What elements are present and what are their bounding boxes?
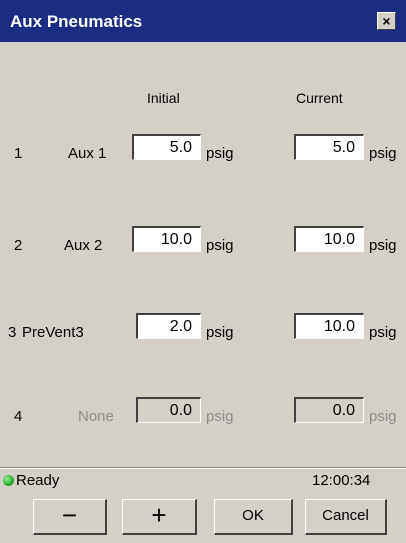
channel-name: Aux 2 (64, 237, 103, 254)
channel-name: PreVent3 (22, 324, 84, 341)
minus-icon: − (61, 500, 78, 530)
close-icon: × (382, 13, 391, 29)
aux-row-1: 1 Aux 1 5.0 psig 5.0 psig (0, 134, 406, 174)
initial-unit-label: psig (206, 145, 234, 162)
cancel-button[interactable]: Cancel (305, 499, 387, 535)
current-pressure-input: 0.0 (294, 397, 364, 423)
decrement-button[interactable]: − (33, 499, 107, 535)
aux-row-4: 4 None 0.0 psig 0.0 psig (0, 397, 406, 437)
current-unit-label: psig (369, 145, 397, 162)
channel-name: Aux 1 (68, 145, 107, 162)
aux-row-3: 3 PreVent3 2.0 psig 10.0 psig (0, 313, 406, 353)
initial-pressure-input[interactable]: 10.0 (132, 226, 201, 252)
initial-unit-label: psig (206, 408, 234, 425)
initial-pressure-input[interactable]: 2.0 (136, 313, 201, 339)
initial-unit-label: psig (206, 237, 234, 254)
row-number: 2 (14, 237, 23, 254)
current-unit-label: psig (369, 408, 397, 425)
initial-pressure-input[interactable]: 5.0 (132, 134, 201, 160)
close-button[interactable]: × (377, 12, 396, 30)
row-number: 1 (14, 145, 23, 162)
ok-button[interactable]: OK (214, 499, 293, 535)
current-pressure-input[interactable]: 5.0 (294, 134, 364, 160)
current-pressure-input[interactable]: 10.0 (294, 226, 364, 252)
aux-row-2: 2 Aux 2 10.0 psig 10.0 psig (0, 226, 406, 266)
initial-unit-label: psig (206, 324, 234, 341)
column-header-initial: Initial (147, 90, 180, 106)
status-text: Ready (16, 472, 60, 489)
column-header-current: Current (296, 90, 343, 106)
increment-button[interactable]: + (122, 499, 197, 535)
row-number: 4 (14, 408, 23, 425)
channel-name: None (78, 408, 114, 425)
status-indicator-icon (3, 475, 14, 486)
title-bar: Aux Pneumatics × (0, 0, 406, 42)
initial-pressure-input: 0.0 (136, 397, 201, 423)
current-unit-label: psig (369, 324, 397, 341)
status-divider (0, 467, 406, 469)
window-title: Aux Pneumatics (10, 12, 143, 31)
current-pressure-input[interactable]: 10.0 (294, 313, 364, 339)
current-unit-label: psig (369, 237, 397, 254)
plus-icon: + (151, 500, 167, 530)
row-number: 3 (8, 324, 17, 341)
status-time: 12:00:34 (312, 472, 371, 489)
